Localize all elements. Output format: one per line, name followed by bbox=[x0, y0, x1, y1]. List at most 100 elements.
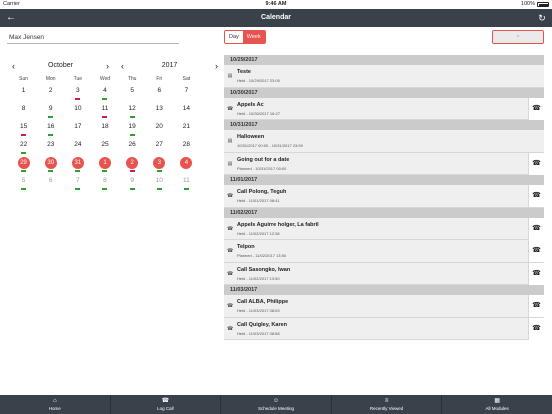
day-cell[interactable]: 11 bbox=[91, 103, 118, 121]
refresh-icon[interactable]: ↻ bbox=[536, 12, 548, 24]
grid-view-icon[interactable]: ▫ bbox=[493, 31, 543, 43]
event-row[interactable]: ☎ Call ALBA, Philippe Held - 11/03/2017 08… bbox=[224, 295, 544, 318]
event-row[interactable]: ▤ Going out for a date Planned - 10/31/201… bbox=[224, 152, 544, 175]
day-cell[interactable]: 23 bbox=[37, 139, 64, 157]
phone-icon: ☎ bbox=[161, 398, 170, 404]
day-cell[interactable]: 22 bbox=[10, 139, 37, 157]
event-subtitle: Held - 11/03/2017 08:58 bbox=[237, 330, 280, 336]
next-year-icon[interactable]: › bbox=[215, 60, 218, 72]
event-title: Call Quigley, Karen bbox=[237, 321, 288, 328]
event-row[interactable]: ☎ Appels Ac Held - 10/30/2017 16:27 ☎ bbox=[224, 97, 544, 120]
day-cell[interactable]: 29 bbox=[10, 157, 37, 175]
call-button-icon[interactable]: ☎ bbox=[528, 317, 544, 340]
day-button[interactable]: Day bbox=[225, 31, 243, 43]
call-button-icon[interactable]: ☎ bbox=[528, 240, 544, 262]
tab-home[interactable]: ⌂ Home bbox=[0, 395, 111, 414]
event-row[interactable]: ▤ Halloween 10/31/2017 00:00 - 10/31/2017 … bbox=[224, 130, 544, 153]
day-cell[interactable]: 21 bbox=[173, 121, 200, 139]
day-number: 26 bbox=[128, 141, 136, 148]
event-title: Halloween bbox=[237, 134, 265, 140]
day-cell[interactable]: 30 bbox=[37, 157, 64, 175]
call-button-icon[interactable]: ☎ bbox=[528, 295, 544, 317]
day-cell[interactable]: 2 bbox=[119, 157, 146, 175]
event-subtitle: Held - 11/03/2017 08:53 bbox=[237, 308, 280, 313]
day-number: 16 bbox=[47, 123, 55, 130]
event-subtitle: Held - 10/29/2017 23:00 bbox=[237, 78, 280, 83]
event-row[interactable]: ☎ Appels Aguirre holger, La fabril Held - … bbox=[224, 217, 544, 240]
day-cell[interactable]: 27 bbox=[146, 139, 173, 157]
day-cell[interactable]: 14 bbox=[173, 103, 200, 121]
call-button-icon[interactable]: ☎ bbox=[528, 152, 544, 175]
event-marker-green bbox=[75, 170, 81, 172]
day-number: 21 bbox=[182, 123, 191, 130]
call-button-icon[interactable]: ☎ bbox=[528, 97, 544, 120]
user-field[interactable]: Max Jensen bbox=[7, 31, 179, 44]
day-cell[interactable]: 26 bbox=[119, 139, 146, 157]
day-cell[interactable]: 9 bbox=[37, 103, 64, 121]
day-cell[interactable]: 7 bbox=[173, 85, 200, 103]
meeting-icon: ▤ bbox=[227, 138, 233, 144]
call-button-icon[interactable]: ☎ bbox=[528, 217, 544, 240]
month-calendar: ‹ October › ‹ 2017 › Sun Mon Tue Wed Thu Fri S… bbox=[10, 60, 218, 193]
day-cell[interactable]: 7 bbox=[64, 175, 91, 193]
day-cell[interactable]: 4 bbox=[91, 85, 118, 103]
day-cell[interactable]: 8 bbox=[91, 175, 118, 193]
day-cell[interactable]: 17 bbox=[64, 121, 91, 139]
event-row[interactable]: ☎ Telpon Planned - 11/02/2017 13:50 ☎ bbox=[224, 240, 544, 263]
tab-schedule-meeting[interactable]: ☺ Schedule Meeting bbox=[221, 395, 332, 414]
day-cell[interactable]: 10 bbox=[146, 175, 173, 193]
day-cell[interactable]: 16 bbox=[37, 121, 64, 139]
day-number: 5 bbox=[130, 87, 134, 94]
event-row[interactable]: ▤ Teste Held - 10/29/2017 23:00 bbox=[224, 65, 544, 88]
event-row[interactable]: ☎ Call Sasongko, Iwan Held - 11/02/2017 13… bbox=[224, 262, 544, 285]
day-cell[interactable]: 15 bbox=[10, 121, 37, 139]
call-button-icon[interactable]: ☎ bbox=[528, 262, 544, 285]
event-title: Appels Ac bbox=[237, 101, 264, 108]
day-cell[interactable]: 10 bbox=[64, 103, 91, 121]
event-row[interactable]: ☎ Call Polong, Teguh Held - 11/01/2017 08:… bbox=[224, 185, 544, 208]
prev-year-icon[interactable]: ‹ bbox=[121, 60, 124, 72]
next-month-icon[interactable]: › bbox=[106, 60, 109, 72]
day-cell[interactable]: 28 bbox=[173, 139, 200, 157]
day-number: 7 bbox=[184, 87, 189, 94]
day-cell[interactable]: 3 bbox=[146, 157, 173, 175]
day-cell[interactable]: 19 bbox=[119, 121, 146, 139]
day-cell[interactable]: 20 bbox=[146, 121, 173, 139]
day-cell[interactable]: 18 bbox=[91, 121, 118, 139]
tab-all-modules[interactable]: ▦ All Modules bbox=[442, 395, 552, 414]
event-subtitle: 10/31/2017 00:00 - 10/31/2017 23:59 bbox=[237, 143, 303, 148]
day-number: 22 bbox=[19, 141, 28, 148]
day-cell[interactable]: 11 bbox=[173, 175, 200, 193]
day-cell[interactable]: 31 bbox=[64, 157, 91, 175]
day-cell[interactable]: 8 bbox=[10, 103, 37, 121]
day-cell[interactable]: 9 bbox=[119, 175, 146, 193]
day-number: 6 bbox=[157, 87, 162, 94]
day-cell[interactable]: 6 bbox=[37, 175, 64, 193]
week-button[interactable]: Week bbox=[242, 31, 265, 43]
day-cell[interactable]: 5 bbox=[119, 85, 146, 103]
day-cell[interactable]: 1 bbox=[10, 85, 37, 103]
tab-recently-viewed[interactable]: ≡ Recently Viewed bbox=[332, 395, 443, 414]
day-cell[interactable]: 2 bbox=[37, 85, 64, 103]
day-cell[interactable]: 12 bbox=[119, 103, 146, 121]
event-row[interactable]: ☎ Call Quigley, Karen Held - 11/03/2017 08… bbox=[224, 317, 544, 340]
call-button-icon[interactable]: ☎ bbox=[528, 185, 544, 207]
event-marker-red bbox=[102, 116, 108, 118]
day-cell[interactable]: 24 bbox=[64, 139, 91, 157]
day-number: 14 bbox=[182, 105, 191, 112]
month-header: ‹ October › bbox=[10, 60, 111, 72]
day-cell[interactable]: 13 bbox=[146, 103, 173, 121]
tab-label: Recently Viewed bbox=[369, 406, 404, 411]
event-marker-green bbox=[48, 134, 54, 136]
tab-log-call[interactable]: ☎ Log Call bbox=[111, 395, 222, 414]
day-cell[interactable]: 4 bbox=[173, 157, 200, 175]
day-number: 12 bbox=[128, 105, 136, 112]
event-marker-green bbox=[102, 188, 108, 190]
day-cell[interactable]: 25 bbox=[91, 139, 118, 157]
event-marker-green bbox=[75, 188, 81, 190]
day-cell[interactable]: 5 bbox=[10, 175, 37, 193]
prev-month-icon[interactable]: ‹ bbox=[12, 60, 15, 72]
day-cell[interactable]: 1 bbox=[91, 157, 118, 175]
day-cell[interactable]: 6 bbox=[146, 85, 173, 103]
day-cell[interactable]: 3 bbox=[64, 85, 91, 103]
